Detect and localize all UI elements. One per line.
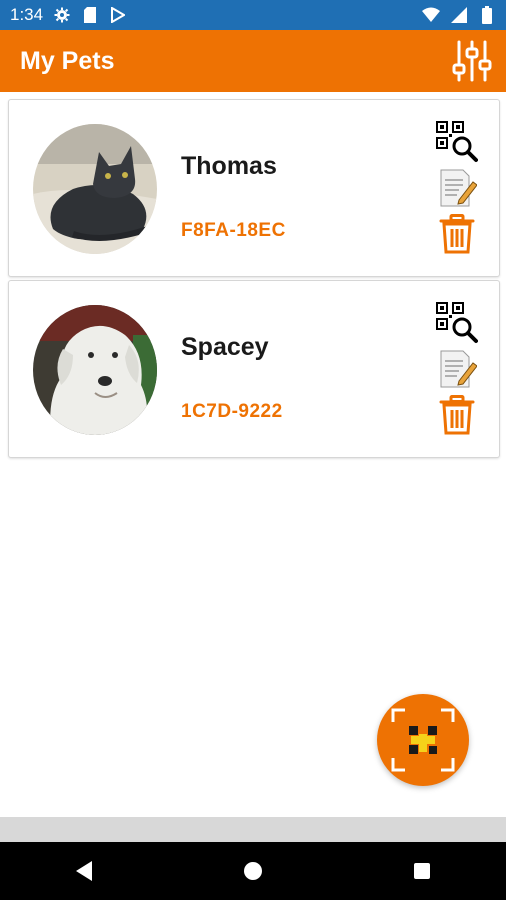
status-time: 1:34 <box>10 5 44 24</box>
qr-search-icon <box>436 302 478 343</box>
nav-home-button[interactable] <box>233 851 273 891</box>
qr-search-button[interactable] <box>435 301 479 345</box>
nav-recents-button[interactable] <box>402 851 442 891</box>
page-title: My Pets <box>20 46 115 75</box>
qr-search-button[interactable] <box>435 120 479 164</box>
pet-code: 1C7D-9222 <box>181 401 283 422</box>
system-nav-bar <box>0 842 506 900</box>
home-icon <box>243 862 262 880</box>
settings-icon <box>53 6 71 24</box>
trash-icon <box>439 395 475 435</box>
edit-pet-button[interactable] <box>435 347 479 391</box>
edit-note-icon <box>440 169 477 207</box>
recents-icon <box>413 863 430 879</box>
app-bar: My Pets <box>0 30 506 92</box>
pet-photo-dog <box>33 305 157 435</box>
pet-card-thomas[interactable]: Thomas F8FA-18EC <box>8 99 500 277</box>
add-pet-qr-fab[interactable] <box>377 694 469 786</box>
pet-name: Thomas <box>181 152 277 180</box>
edit-note-icon <box>440 350 477 388</box>
delete-pet-button[interactable] <box>435 212 479 256</box>
trash-icon <box>439 214 475 254</box>
qr-add-icon <box>391 708 455 772</box>
pet-code: F8FA-18EC <box>181 220 286 241</box>
filter-button[interactable] <box>450 39 494 83</box>
signal-icon <box>450 6 468 24</box>
battery-icon <box>478 6 496 24</box>
bottom-divider <box>0 817 506 842</box>
edit-pet-button[interactable] <box>435 166 479 210</box>
back-icon <box>76 861 93 881</box>
pet-name: Spacey <box>181 333 269 361</box>
delete-pet-button[interactable] <box>435 393 479 437</box>
pet-photo-cat <box>33 124 157 254</box>
status-bar: 1:34 <box>0 0 506 30</box>
pet-card-spacey[interactable]: Spacey 1C7D-9222 <box>8 280 500 458</box>
qr-search-icon <box>436 121 478 162</box>
wifi-icon <box>422 6 440 24</box>
sd-card-icon <box>81 6 99 24</box>
play-store-icon <box>109 6 127 24</box>
nav-back-button[interactable] <box>64 851 104 891</box>
pet-list: Thomas F8FA-18EC Spacey 1C7D-9222 <box>8 99 500 461</box>
filter-sliders-icon <box>452 40 492 82</box>
